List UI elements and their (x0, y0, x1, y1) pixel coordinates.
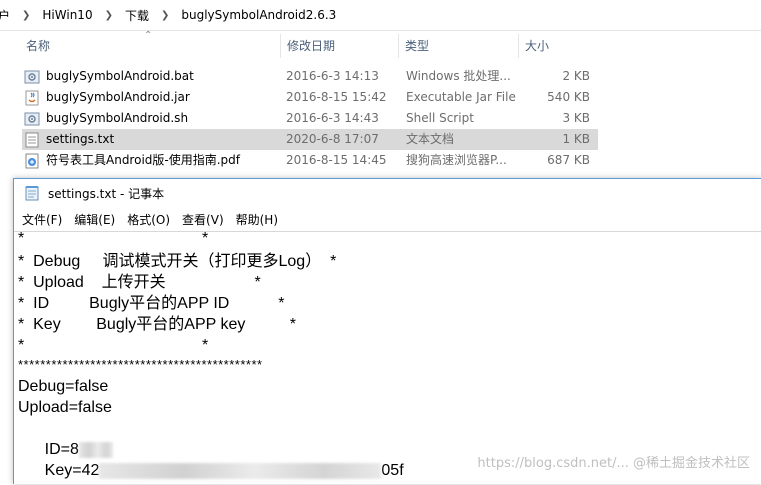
text-line-key: Key=42 05f (18, 439, 404, 479)
file-size: 2 KB (562, 69, 590, 83)
column-name-header[interactable]: 名称 (20, 34, 280, 58)
menu-help[interactable]: 帮助(H) (230, 211, 284, 228)
notepad-title-bar[interactable]: settings.txt - 记事本 (14, 179, 761, 207)
file-date: 2016-8-15 14:45 (286, 153, 387, 167)
redacted-blur (99, 462, 382, 479)
file-row-selected[interactable]: settings.txt 2020-6-8 17:07 文本文档 1 KB (22, 129, 598, 150)
text-line: * Upload 上传开关 * (18, 274, 261, 291)
breadcrumb-downloads[interactable]: 下载 (121, 7, 153, 24)
text-line: * * (18, 337, 209, 354)
breadcrumb-user[interactable]: 户 (0, 7, 14, 24)
file-type: Executable Jar File (406, 90, 516, 104)
notepad-icon (25, 186, 39, 201)
text-line: * * (18, 231, 209, 247)
menu-format[interactable]: 格式(O) (121, 211, 176, 228)
file-row[interactable]: 符号表工具Android版-使用指南.pdf 2016-8-15 14:45 搜… (22, 150, 598, 171)
file-size: 540 KB (547, 90, 590, 104)
file-type: Windows 批处理... (406, 69, 511, 83)
breadcrumb-hiwin10[interactable]: HiWin10 (38, 8, 96, 22)
file-type: Shell Script (406, 111, 474, 125)
notepad-text-area[interactable]: * * * Debug 调试模式开关（打印更多Log） * * Upload 上… (14, 231, 761, 485)
file-row[interactable]: buglySymbolAndroid.jar 2016-8-15 15:42 E… (22, 87, 598, 108)
file-size: 3 KB (562, 111, 590, 125)
menu-view[interactable]: 查看(V) (176, 211, 230, 228)
text-line: * Debug 调试模式开关（打印更多Log） * (18, 253, 337, 270)
chevron-right-icon: ❯ (104, 9, 113, 21)
column-size-header[interactable]: 大小 (518, 34, 605, 58)
file-name: buglySymbolAndroid.jar (46, 90, 190, 104)
watermark: https://blog.csdn.net/... @稀土掘金技术社区 (477, 456, 750, 471)
column-type-header[interactable]: 类型 (398, 34, 517, 58)
jar-file-icon (25, 90, 39, 106)
file-type: 文本文档 (406, 132, 455, 146)
column-header-row: ⌃ 名称 修改日期 类型 大小 (0, 30, 600, 58)
column-date-header[interactable]: 修改日期 (280, 34, 399, 58)
file-name: settings.txt (46, 132, 115, 146)
breadcrumb-current-folder[interactable]: buglySymbolAndroid2.6.3 (177, 8, 340, 22)
file-row[interactable]: buglySymbolAndroid.bat 2016-6-3 14:13 Wi… (22, 66, 598, 87)
file-size: 1 KB (562, 132, 590, 146)
notepad-window[interactable]: settings.txt - 记事本 文件(F) 编辑(E) 格式(O) 查看(… (13, 178, 761, 484)
notepad-title: settings.txt - 记事本 (48, 186, 165, 201)
file-row[interactable]: buglySymbolAndroid.sh 2016-6-3 14:43 She… (22, 108, 598, 129)
file-date: 2016-6-3 14:13 (286, 69, 379, 83)
text-line: Upload=false (18, 399, 112, 416)
file-name: 符号表工具Android版-使用指南.pdf (46, 153, 240, 167)
key-prefix: Key=42 (44, 462, 100, 479)
file-type: 搜狗高速浏览器P... (406, 153, 507, 167)
pdf-file-icon (25, 153, 39, 169)
chevron-right-icon: ❯ (160, 9, 170, 21)
text-line: Debug=false (18, 378, 109, 395)
address-bar[interactable]: 户 ❯ HiWin10 ❯ 下载 ❯ buglySymbolAndroid2.6… (0, 0, 761, 31)
sh-file-icon (24, 112, 40, 126)
file-name: buglySymbolAndroid.sh (46, 111, 189, 125)
file-name: buglySymbolAndroid.bat (46, 69, 194, 83)
file-size: 687 KB (547, 153, 590, 167)
key-suffix: 05f (381, 462, 404, 479)
text-line-id: ID=8 (18, 418, 113, 458)
text-line: * ID Bugly平台的APP ID * (18, 295, 285, 312)
file-date: 2016-8-15 15:42 (286, 90, 387, 104)
notepad-menu-bar: 文件(F) 编辑(E) 格式(O) 查看(V) 帮助(H) (14, 208, 761, 230)
menu-file[interactable]: 文件(F) (16, 211, 68, 228)
bat-file-icon (24, 70, 40, 84)
file-date: 2016-6-3 14:43 (286, 111, 379, 125)
text-line: * Key Bugly平台的APP key * (18, 316, 297, 333)
text-file-icon (25, 132, 39, 148)
text-line: ****************************************… (18, 357, 263, 372)
menu-edit[interactable]: 编辑(E) (68, 211, 121, 228)
file-date: 2020-6-8 17:07 (286, 132, 379, 146)
chevron-right-icon: ❯ (22, 9, 31, 21)
